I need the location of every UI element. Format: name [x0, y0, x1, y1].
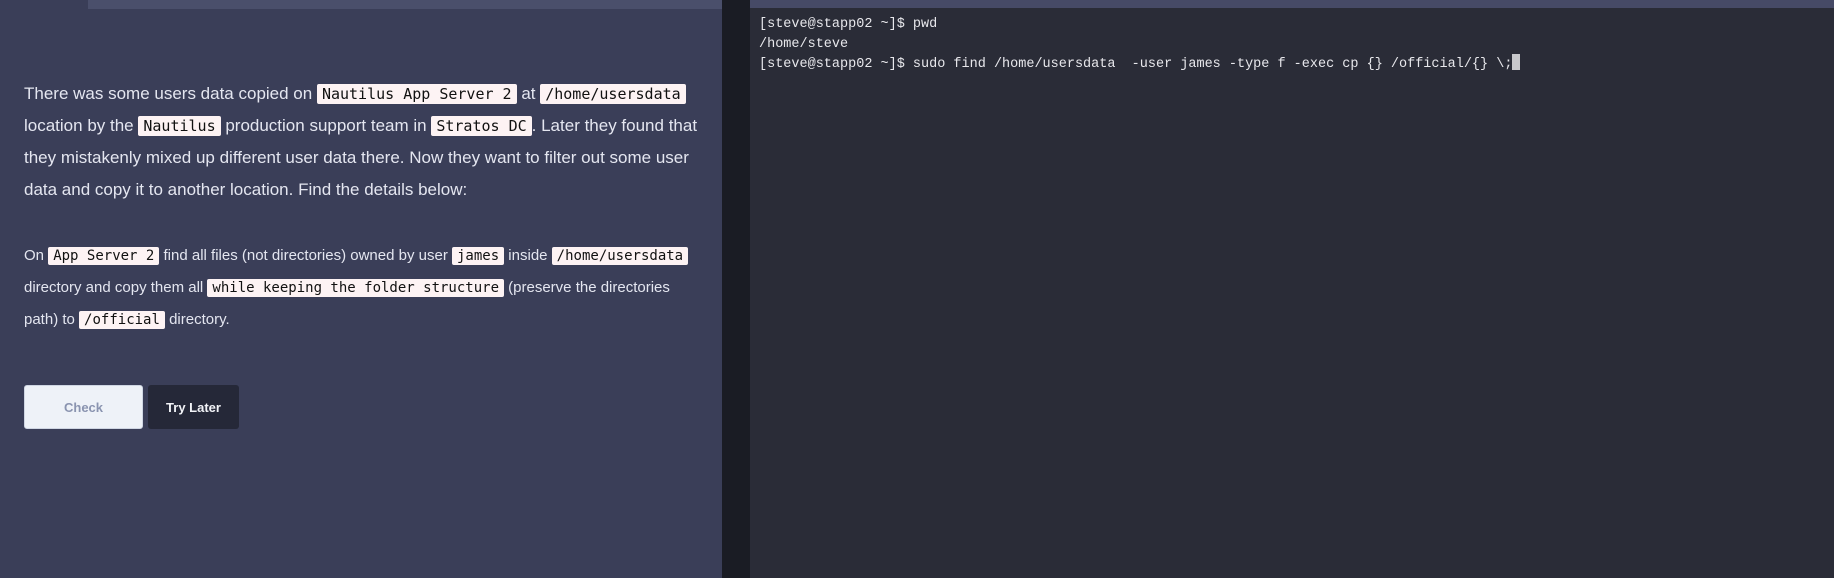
text: directory. [164, 311, 230, 328]
code-datacenter: Stratos DC [431, 116, 532, 136]
text: inside [504, 247, 552, 264]
code-path: /home/usersdata [540, 84, 686, 104]
terminal[interactable]: [steve@stapp02 ~]$ pwd/home/steve [steve@… [750, 0, 1834, 578]
code-team: Nautilus [138, 116, 221, 136]
text: production support team in [220, 116, 432, 135]
terminal-line: [steve@stapp02 ~]$ pwd [759, 17, 938, 32]
text: location by the [24, 116, 139, 135]
text: find all files (not directories) owned b… [159, 247, 452, 264]
text: On [24, 247, 49, 264]
task-intro-paragraph: There was some users data copied on Naut… [24, 78, 704, 206]
panel-divider[interactable] [722, 0, 750, 578]
try-later-button[interactable]: Try Later [148, 385, 239, 429]
code-server: App Server 2 [48, 247, 160, 265]
cursor [1512, 54, 1521, 70]
task-details-paragraph: On App Server 2 find all files (not dire… [24, 240, 704, 336]
code-user: james [451, 247, 505, 265]
text: directory and copy them all [24, 279, 208, 296]
terminal-output[interactable]: [steve@stapp02 ~]$ pwd/home/steve [steve@… [759, 15, 1521, 75]
text: There was some users data copied on [24, 84, 317, 103]
text: at [516, 84, 541, 103]
check-button[interactable]: Check [24, 385, 143, 429]
terminal-line-current[interactable]: [steve@stapp02 ~]$ sudo find /home/users… [759, 54, 1521, 75]
task-panel-top-bar [88, 0, 722, 9]
code-dest-dir: /official [79, 311, 165, 329]
terminal-top-bar [750, 0, 1834, 8]
code-source-dir: /home/usersdata [551, 247, 689, 265]
terminal-command: [steve@stapp02 ~]$ sudo find /home/users… [759, 57, 1513, 72]
terminal-line: /home/steve [759, 36, 849, 52]
code-structure: while keeping the folder structure [207, 279, 504, 297]
code-server-name: Nautilus App Server 2 [316, 84, 517, 104]
task-panel: There was some users data copied on Naut… [0, 0, 722, 578]
